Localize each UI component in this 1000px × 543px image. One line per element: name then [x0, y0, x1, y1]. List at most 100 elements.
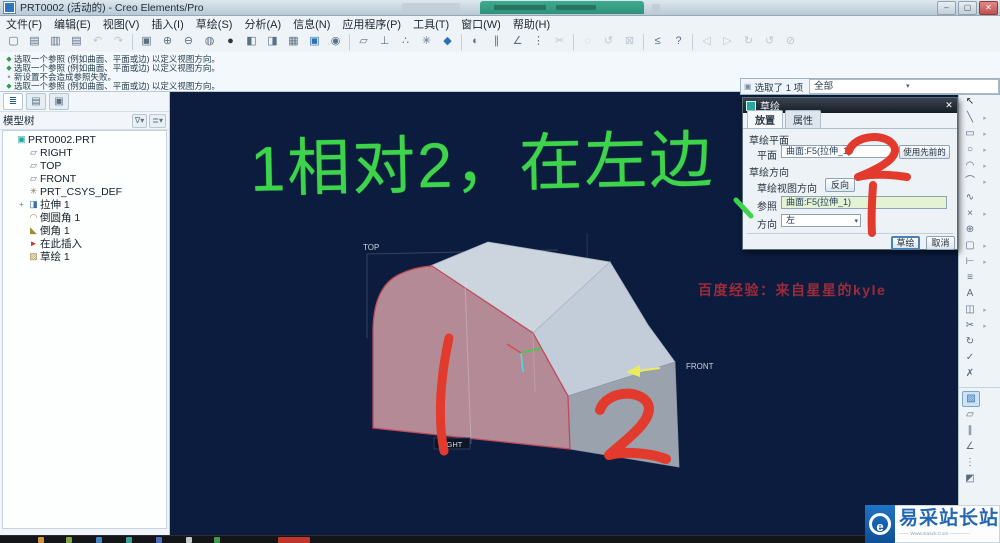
repaint-icon[interactable]: ◉: [326, 32, 345, 51]
spline-tool-icon[interactable]: ∿: [962, 191, 978, 205]
tree-columns-button[interactable]: ≣▾: [149, 113, 166, 128]
datum-axis-toggle-icon[interactable]: ⊥: [375, 32, 394, 51]
toolbar-divider[interactable]: [692, 33, 693, 50]
tree-item[interactable]: ► 在此插入: [3, 237, 166, 250]
taskbar-app-icon[interactable]: [38, 537, 44, 543]
sketcher-display-icon[interactable]: ◐: [466, 32, 485, 51]
menu-item[interactable]: 编辑(E): [48, 16, 97, 32]
flyout-arrow-icon[interactable]: ▸: [978, 210, 992, 218]
orient-icon[interactable]: ↺: [599, 32, 618, 51]
orientation-dropdown[interactable]: 左 ▾: [781, 214, 861, 227]
menu-item[interactable]: 信息(N): [287, 16, 336, 32]
layers-icon[interactable]: ▦: [284, 32, 303, 51]
close-window-icon[interactable]: ⊠: [620, 32, 639, 51]
right-toolbar-divider[interactable]: [959, 378, 975, 392]
menu-item[interactable]: 帮助(H): [507, 16, 556, 32]
windows-taskbar[interactable]: [0, 535, 1000, 543]
minimize-button[interactable]: –: [937, 1, 956, 15]
layer-tree-tab-icon[interactable]: ▤: [26, 93, 46, 110]
flyout-arrow-icon[interactable]: ▸: [978, 114, 992, 122]
taskbar-app-icon[interactable]: [126, 537, 132, 543]
reload-icon[interactable]: ↺: [760, 32, 779, 51]
named-views-icon[interactable]: ◨: [263, 32, 282, 51]
flyout-arrow-icon[interactable]: ▸: [978, 258, 992, 266]
use-edge-tool-icon[interactable]: ▢: [962, 239, 978, 253]
menu-item[interactable]: 工具(T): [407, 16, 455, 32]
toolbar-divider[interactable]: [643, 33, 644, 50]
zoom-out-icon[interactable]: ⊖: [179, 32, 198, 51]
fillet-tool-icon[interactable]: ⌒: [962, 175, 978, 189]
flyout-arrow-icon[interactable]: ▸: [978, 130, 992, 138]
print-icon[interactable]: ▤: [67, 32, 86, 51]
menu-item[interactable]: 分析(A): [238, 16, 287, 32]
line-tool-icon[interactable]: ╲: [962, 111, 978, 125]
taskbar-app-icon[interactable]: [66, 537, 72, 543]
flyout-arrow-icon[interactable]: ▸: [978, 242, 992, 250]
display-style-icon[interactable]: ◧: [242, 32, 261, 51]
save-icon[interactable]: ▥: [46, 32, 65, 51]
taskbar-app-icon[interactable]: [214, 537, 220, 543]
flip-button[interactable]: 反向: [825, 178, 855, 192]
dimension-display-icon[interactable]: ∠: [508, 32, 527, 51]
use-previous-button[interactable]: 使用先前的: [899, 145, 950, 159]
sketch-confirm-button[interactable]: 草绘: [891, 236, 920, 250]
sketch-view-icon[interactable]: ▨: [962, 391, 980, 407]
rectangle-tool-icon[interactable]: ▭: [962, 127, 978, 141]
context-help-icon[interactable]: ?: [669, 32, 688, 51]
reference-field[interactable]: 曲面:F5(拉伸_1): [781, 196, 947, 209]
undo-icon[interactable]: ↶: [88, 32, 107, 51]
trim-icon[interactable]: ✂: [550, 32, 569, 51]
taskbar-app-icon[interactable]: [278, 537, 310, 543]
done-icon[interactable]: ✓: [962, 351, 978, 365]
stop-icon[interactable]: ⊘: [781, 32, 800, 51]
toolbar-divider[interactable]: [349, 33, 350, 50]
tree-item[interactable]: ▱ RIGHT: [3, 146, 166, 159]
datum-point-toggle-icon[interactable]: ∴: [396, 32, 415, 51]
model-tree-tab-icon[interactable]: ≣: [3, 93, 23, 110]
dialog-close-icon[interactable]: ✕: [941, 100, 957, 111]
redo-icon[interactable]: ↷: [109, 32, 128, 51]
trim-tool-icon[interactable]: ✂: [962, 319, 978, 333]
open-file-icon[interactable]: ▤: [25, 32, 44, 51]
flyout-arrow-icon[interactable]: ▸: [978, 306, 992, 314]
maximize-button[interactable]: ▢: [958, 1, 977, 15]
zoom-in-icon[interactable]: ⊕: [158, 32, 177, 51]
cancel-button[interactable]: 取消: [926, 236, 955, 250]
menu-item[interactable]: 文件(F): [0, 16, 48, 32]
tab-placement[interactable]: 放置: [747, 110, 783, 128]
flyout-arrow-icon[interactable]: ▸: [978, 146, 992, 154]
modify-tool-icon[interactable]: ≡: [962, 271, 978, 285]
parallel-display-icon[interactable]: ∥: [487, 32, 506, 51]
arc-tool-icon[interactable]: ◠: [962, 159, 978, 173]
refresh-icon[interactable]: ↻: [739, 32, 758, 51]
mirror-tool-icon[interactable]: ◫: [962, 303, 978, 317]
tree-item[interactable]: ▨ 草绘 1: [3, 250, 166, 263]
forward-icon[interactable]: ▷: [718, 32, 737, 51]
tree-options-tab-icon[interactable]: ▣: [49, 93, 69, 110]
taskbar-app-icon[interactable]: [186, 537, 192, 543]
tree-item[interactable]: ✳ PRT_CSYS_DEF: [3, 185, 166, 198]
tree-expander[interactable]: +: [19, 200, 27, 209]
back-icon[interactable]: ◁: [697, 32, 716, 51]
text-tool-icon[interactable]: A: [962, 287, 978, 301]
flyout-arrow-icon[interactable]: ▸: [978, 178, 992, 186]
shade-section-icon[interactable]: ◩: [962, 472, 978, 486]
menu-item[interactable]: 草绘(S): [190, 16, 239, 32]
tree-item[interactable]: + ◨ 拉伸 1: [3, 198, 166, 211]
dimension-tool-icon[interactable]: ⊢: [962, 255, 978, 269]
select-icon[interactable]: ▣: [137, 32, 156, 51]
datum-plane-toggle-icon[interactable]: ▱: [354, 32, 373, 51]
grid-display-icon[interactable]: ⋮: [962, 456, 978, 470]
menu-item[interactable]: 应用程序(P): [336, 16, 407, 32]
plane-field[interactable]: 曲面:F5(拉伸_1): [781, 145, 895, 158]
grid-toggle-icon[interactable]: ◌: [578, 32, 597, 51]
tab-properties[interactable]: 属性: [785, 110, 821, 128]
csys-tool-icon[interactable]: ⊕: [962, 223, 978, 237]
tree-item[interactable]: ▱ FRONT: [3, 172, 166, 185]
tree-item[interactable]: ▱ TOP: [3, 159, 166, 172]
toolbar-divider[interactable]: [573, 33, 574, 50]
taskbar-app-icon[interactable]: [156, 537, 162, 543]
refit-icon[interactable]: ◍: [200, 32, 219, 51]
flyout-arrow-icon[interactable]: ▸: [978, 322, 992, 330]
csys-toggle-icon[interactable]: ✳: [417, 32, 436, 51]
